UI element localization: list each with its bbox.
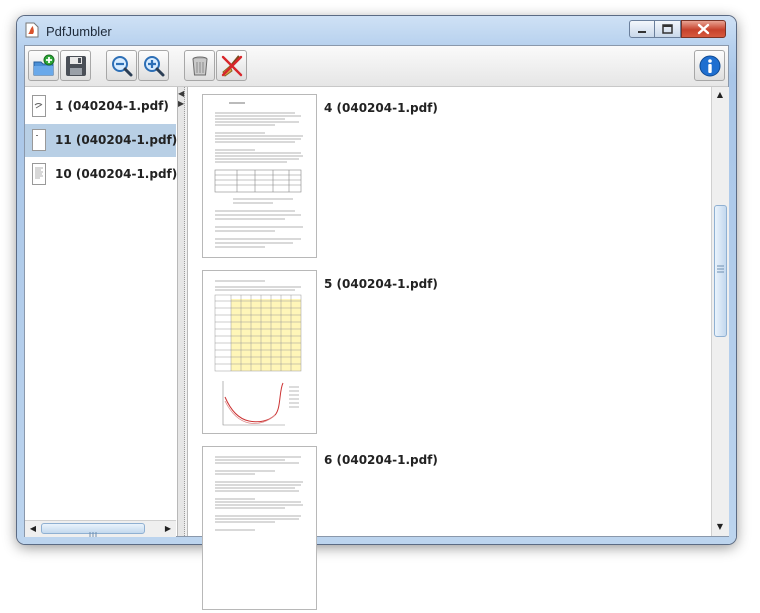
save-button[interactable]: [60, 50, 91, 81]
list-item[interactable]: 11 (040204-1.pdf): [25, 124, 178, 157]
clear-button[interactable]: [216, 50, 247, 81]
left-page-list[interactable]: 1 (040204-1.pdf) 11 (040204-1.pdf) 10 (0…: [25, 87, 178, 537]
horizontal-scrollbar[interactable]: ◀ ▶: [25, 520, 176, 537]
folder-add-icon: [33, 54, 55, 76]
trash-can-icon: [192, 56, 208, 76]
app-window: PdfJumbler 1 (040204-1.pdf) 11 (040204-1…: [17, 16, 736, 610]
list-item-label: 1 (040204-1.pdf): [55, 99, 169, 113]
zoom-out-icon: [112, 56, 133, 77]
page-preview-image: [214, 102, 303, 248]
scroll-right-button[interactable]: ▶: [161, 522, 175, 536]
page-thumbnail-mini: [32, 163, 46, 185]
page-thumbnail[interactable]: [202, 270, 317, 434]
scroll-up-button[interactable]: ▲: [713, 88, 727, 102]
split-pane-divider[interactable]: ◀ ▶: [178, 87, 185, 536]
window-title: PdfJumbler: [46, 24, 112, 39]
about-button[interactable]: [694, 50, 725, 81]
close-icon: [697, 23, 710, 35]
collapse-right-icon[interactable]: ▶: [178, 100, 184, 108]
list-item-label: 10 (040204-1.pdf): [55, 167, 178, 181]
floppy-disk-icon: [66, 56, 86, 76]
page-preview-image: [215, 456, 303, 531]
app-icon: [25, 22, 39, 38]
page-thumbnail[interactable]: [202, 94, 317, 258]
page-thumbnail-mini: [32, 95, 46, 117]
list-item[interactable]: 10 (040204-1.pdf): [25, 158, 178, 191]
zoom-in-button[interactable]: [138, 50, 169, 81]
zoom-in-icon: [144, 56, 165, 77]
page-view[interactable]: 4 (040204-1.pdf) 5 (040204-1.pdf) 6 (040…: [187, 87, 729, 610]
page-thumbnail-mini: [32, 129, 46, 151]
broom-icon: [221, 55, 243, 77]
scroll-down-button[interactable]: ▼: [713, 520, 727, 534]
page-label: 5 (040204-1.pdf): [324, 277, 438, 291]
minimize-button[interactable]: [629, 20, 655, 38]
toolbar: [25, 46, 728, 87]
minimize-icon: [638, 31, 646, 33]
scroll-left-button[interactable]: ◀: [26, 522, 40, 536]
client-area: 1 (040204-1.pdf) 11 (040204-1.pdf) 10 (0…: [24, 45, 729, 610]
list-item[interactable]: 1 (040204-1.pdf): [25, 90, 176, 123]
zoom-out-button[interactable]: [106, 50, 137, 81]
page-label: 6 (040204-1.pdf): [324, 453, 438, 467]
vertical-scrollbar[interactable]: ▲ ▼: [711, 87, 729, 536]
info-icon: [699, 55, 721, 77]
vertical-scroll-thumb[interactable]: [714, 205, 727, 337]
list-item-label: 11 (040204-1.pdf): [55, 133, 178, 147]
collapse-left-icon[interactable]: ◀: [178, 90, 184, 98]
page-thumbnail[interactable]: [202, 446, 317, 610]
close-button[interactable]: [681, 20, 726, 38]
page-preview-image: [214, 280, 302, 426]
horizontal-scroll-thumb[interactable]: [41, 523, 145, 537]
title-bar[interactable]: PdfJumbler: [17, 16, 736, 44]
maximize-icon: [662, 24, 673, 34]
maximize-button[interactable]: [655, 20, 681, 38]
open-button[interactable]: [28, 50, 59, 81]
page-label: 4 (040204-1.pdf): [324, 101, 438, 115]
delete-button[interactable]: [184, 50, 215, 81]
